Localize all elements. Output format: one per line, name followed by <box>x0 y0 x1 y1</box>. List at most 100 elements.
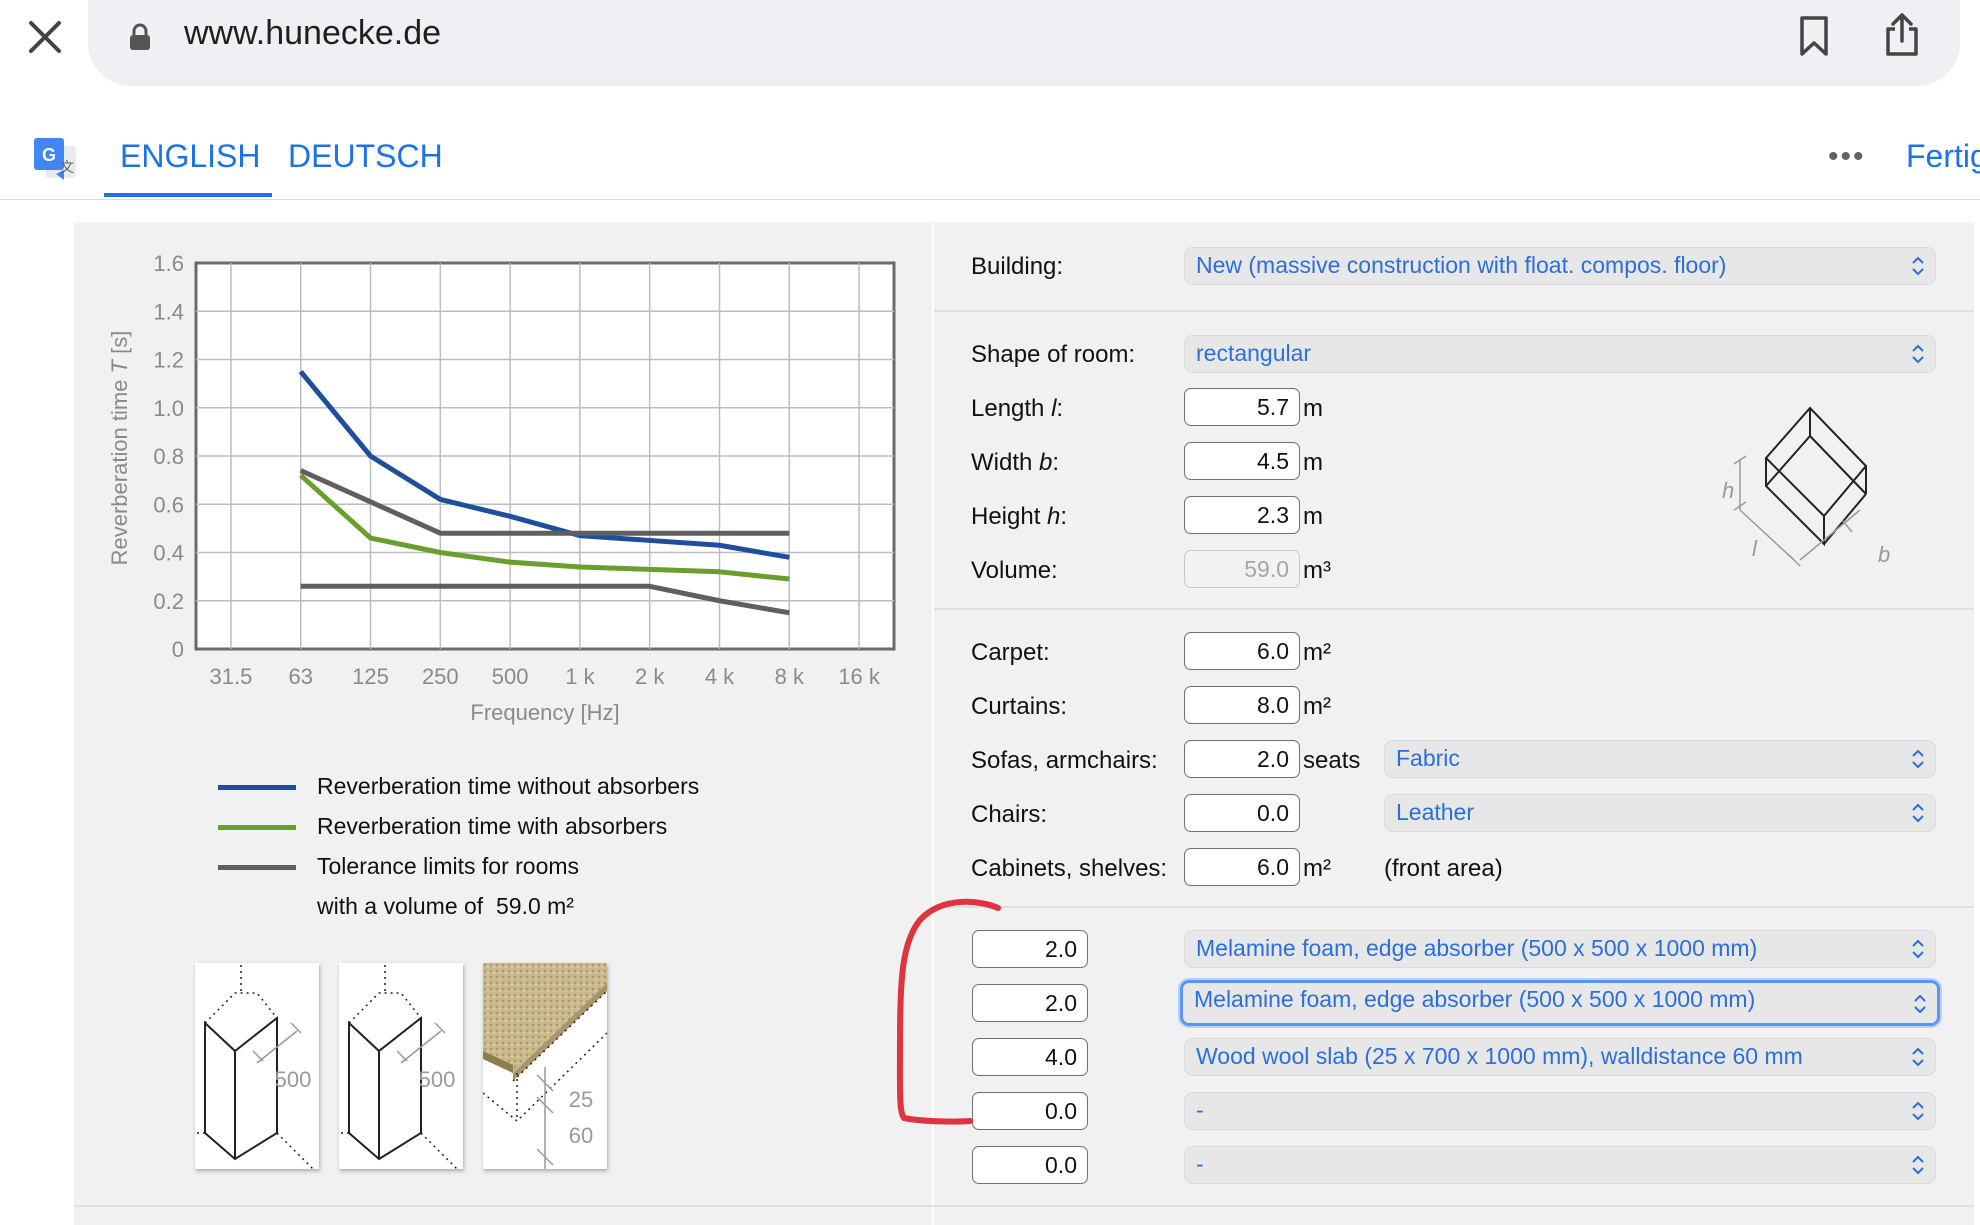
absorber-1-type-value: Melamine foam, edge absorber (500 x 500 … <box>1196 935 1758 961</box>
y-tick-label: 0 <box>172 637 184 662</box>
carpet-label: Carpet: <box>971 639 1050 666</box>
chevron-updown-icon <box>1912 256 1924 276</box>
shape-select-value: rectangular <box>1196 340 1312 366</box>
absorber-1-type-select[interactable]: Melamine foam, edge absorber (500 x 500 … <box>1184 930 1936 968</box>
x-tick-label: 250 <box>422 664 459 689</box>
y-axis-label: Reverberation time T [s] <box>107 331 132 566</box>
tab-deutsch[interactable]: DEUTSCH <box>288 138 443 175</box>
shape-select[interactable]: rectangular <box>1184 335 1936 373</box>
x-tick-label: 31.5 <box>209 664 252 689</box>
dimension-label: 25 <box>569 1087 593 1112</box>
x-tick-label: 8 k <box>775 664 805 689</box>
edge-absorber-icon: 500 <box>197 965 318 1174</box>
absorber-thumbnail-edge-1[interactable]: 500 <box>195 963 319 1174</box>
chevron-updown-icon <box>1912 749 1924 769</box>
height-input[interactable]: 2.3 <box>1184 496 1300 534</box>
building-select-value: New (massive construction with float. co… <box>1196 252 1727 278</box>
x-tick-label: 63 <box>288 664 312 689</box>
chair-material-value: Leather <box>1396 799 1475 825</box>
divider <box>934 310 1974 312</box>
google-translate-icon[interactable]: G 文 <box>32 136 80 184</box>
volume-field: 59.0 <box>1184 550 1300 588</box>
share-icon[interactable] <box>1882 12 1922 58</box>
chevron-updown-icon <box>1912 1047 1924 1067</box>
length-label: Length l: <box>971 395 1064 422</box>
absorber-2-type-select[interactable]: Melamine foam, edge absorber (500 x 500 … <box>1180 980 1940 1026</box>
more-options-icon[interactable]: ••• <box>1828 140 1866 174</box>
y-tick-label: 1.2 <box>153 348 184 373</box>
divider <box>934 608 1974 610</box>
x-tick-label: 1 k <box>565 664 595 689</box>
chevron-updown-icon <box>1912 939 1924 959</box>
legend-without-absorbers: Reverberation time without absorbers <box>317 773 700 799</box>
divider <box>0 199 1980 200</box>
cabinets-input[interactable]: 6.0 <box>1184 848 1300 886</box>
bookmark-icon[interactable] <box>1796 14 1832 58</box>
y-tick-labels: 0 0.2 0.4 0.6 0.8 1.0 1.2 1.4 1.6 <box>153 251 184 662</box>
absorber-thumbnail-wood-wool[interactable]: 25 60 <box>482 963 608 1169</box>
y-tick-label: 1.6 <box>153 251 184 276</box>
absorber-4-type-select[interactable]: - <box>1184 1092 1936 1130</box>
absorber-2-type-value: Melamine foam, edge absorber (500 x 500 … <box>1194 986 1756 1012</box>
y-tick-label: 1.4 <box>153 299 184 324</box>
chairs-label: Chairs: <box>971 801 1048 828</box>
x-tick-label: 4 k <box>705 664 735 689</box>
carpet-input[interactable]: 6.0 <box>1184 632 1300 670</box>
length-input[interactable]: 5.7 <box>1184 388 1300 426</box>
y-tick-label: 0.4 <box>153 541 184 566</box>
width-input[interactable]: 4.5 <box>1184 442 1300 480</box>
curtains-label: Curtains: <box>971 693 1068 720</box>
absorber-thumbnail-edge-2[interactable]: 500 <box>339 963 463 1174</box>
building-select[interactable]: New (massive construction with float. co… <box>1184 247 1936 285</box>
y-tick-label: 1.0 <box>153 396 184 421</box>
sofa-material-select[interactable]: Fabric <box>1384 740 1936 778</box>
x-tick-label: 125 <box>352 664 389 689</box>
diagram-l-label: l <box>1752 536 1758 561</box>
length-unit: m <box>1303 395 1323 422</box>
legend-swatch-without <box>218 785 296 790</box>
diagram-h-label: h <box>1722 478 1734 503</box>
curtains-unit: m² <box>1303 693 1331 720</box>
shape-label: Shape of room: <box>971 341 1136 368</box>
wood-wool-slab-icon: 25 60 <box>482 963 608 1169</box>
y-tick-label: 0.8 <box>153 444 184 469</box>
chevron-updown-icon <box>1914 994 1926 1014</box>
chairs-input[interactable]: 0.0 <box>1184 794 1300 832</box>
chair-material-select[interactable]: Leather <box>1384 794 1936 832</box>
building-label: Building: <box>971 253 1064 280</box>
volume-label: Volume: <box>971 557 1058 584</box>
x-tick-label: 16 k <box>838 664 881 689</box>
x-axis-label: Frequency [Hz] <box>470 700 619 725</box>
chevron-updown-icon <box>1912 803 1924 823</box>
divider <box>74 1205 1974 1207</box>
dimension-label: 60 <box>569 1123 593 1148</box>
done-button[interactable]: Fertig <box>1906 138 1980 175</box>
chevron-updown-icon <box>1912 344 1924 364</box>
url-text[interactable]: www.hunecke.de <box>184 14 441 53</box>
width-unit: m <box>1303 449 1323 476</box>
annotation-bracket <box>896 898 1001 1125</box>
lock-icon <box>130 23 150 50</box>
x-tick-label: 2 k <box>635 664 665 689</box>
absorber-3-type-select[interactable]: Wood wool slab (25 x 700 x 1000 mm), wal… <box>1184 1038 1936 1076</box>
room-box-diagram: h l b <box>1722 406 1890 567</box>
close-icon[interactable] <box>22 14 68 60</box>
y-tick-label: 0.6 <box>153 492 184 517</box>
curtains-input[interactable]: 8.0 <box>1184 686 1300 724</box>
legend-with-absorbers: Reverberation time with absorbers <box>317 813 668 839</box>
dimension-label: 500 <box>419 1067 456 1092</box>
carpet-unit: m² <box>1303 639 1331 666</box>
edge-absorber-icon: 500 <box>341 965 462 1174</box>
svg-text:文: 文 <box>60 160 74 176</box>
sofas-unit: seats <box>1303 747 1361 774</box>
tab-english[interactable]: ENGLISH <box>120 138 260 175</box>
absorber-4-type-value: - <box>1196 1097 1204 1123</box>
x-tick-labels: 31.5 63 125 250 500 1 k 2 k 4 k 8 k 16 k <box>209 664 880 689</box>
dimension-label: 500 <box>275 1067 312 1092</box>
reverberation-chart: 0 0.2 0.4 0.6 0.8 1.0 1.2 1.4 1.6 31.5 63 125 250 50… <box>107 251 896 725</box>
absorber-5-qty-input[interactable]: 0.0 <box>972 1146 1088 1184</box>
absorber-5-type-select[interactable]: - <box>1184 1146 1936 1184</box>
absorber-5-type-value: - <box>1196 1151 1204 1177</box>
chevron-updown-icon <box>1912 1101 1924 1121</box>
sofas-input[interactable]: 2.0 <box>1184 740 1300 778</box>
